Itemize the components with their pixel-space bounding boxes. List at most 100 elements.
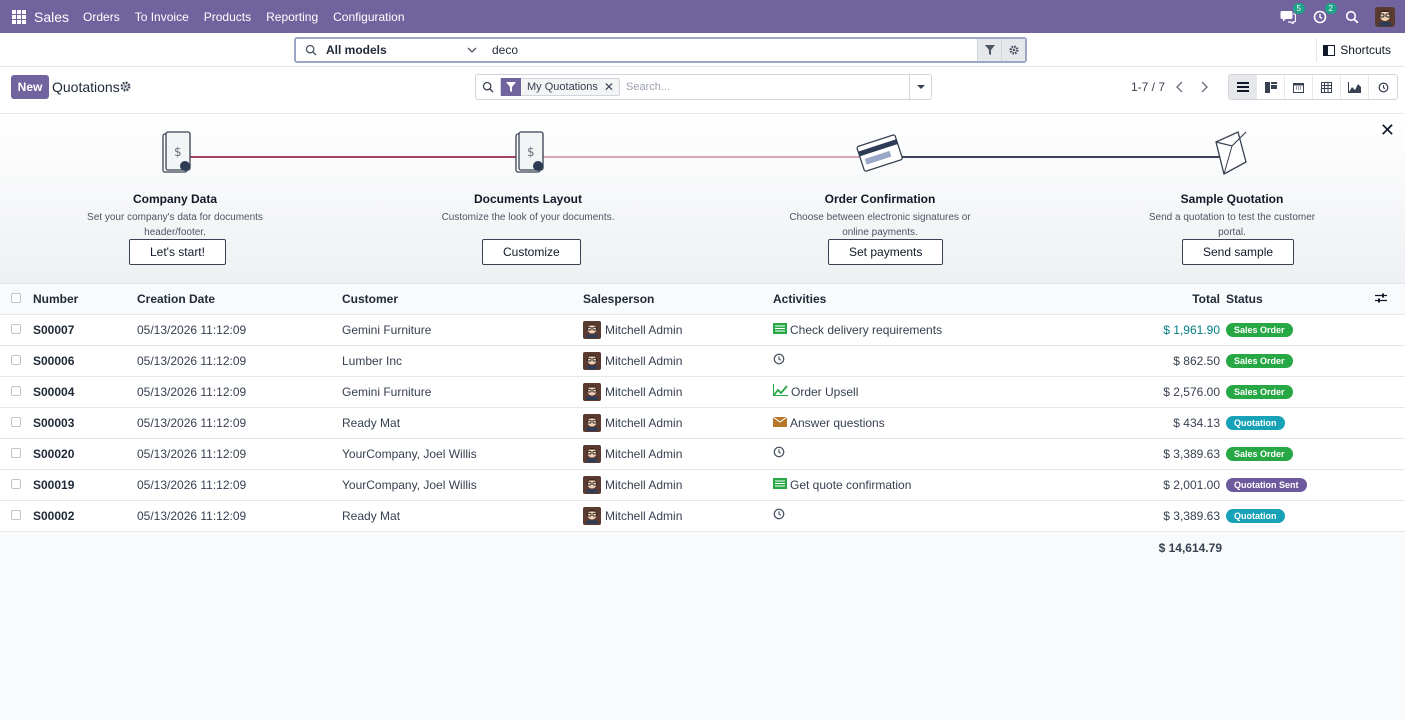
table-row[interactable]: S00002 05/13/2026 11:12:09 Ready Mat Mitche…: [0, 500, 1405, 532]
select-all-checkbox[interactable]: [11, 292, 21, 303]
pager-previous-button[interactable]: [1169, 75, 1191, 99]
todo-icon[interactable]: [773, 477, 787, 492]
new-button[interactable]: New: [11, 75, 49, 99]
email-icon[interactable]: [772, 416, 788, 430]
clock-icon[interactable]: [773, 446, 785, 461]
table-row[interactable]: S00019 05/13/2026 11:12:09 YourCompany, Jo…: [0, 469, 1405, 501]
order-number[interactable]: S00020: [33, 438, 137, 470]
menu-orders[interactable]: Orders: [83, 10, 120, 24]
search-facet: My Quotations ✕: [500, 78, 620, 96]
row-checkbox[interactable]: [11, 509, 21, 520]
clock-icon[interactable]: [773, 508, 785, 523]
row-checkbox[interactable]: [11, 416, 21, 427]
chart-icon[interactable]: [773, 384, 788, 399]
column-customer[interactable]: Customer: [342, 284, 583, 315]
activities-icon[interactable]: 2: [1311, 2, 1337, 26]
activity-summary[interactable]: Get quote confirmation: [790, 478, 911, 492]
salesperson-avatar[interactable]: [583, 382, 601, 401]
column-number[interactable]: Number: [33, 284, 137, 315]
calendar-view-button[interactable]: [1285, 75, 1313, 99]
column-activities[interactable]: Activities: [773, 284, 1043, 315]
salesperson-avatar[interactable]: [583, 320, 601, 339]
gear-icon[interactable]: [1001, 39, 1025, 61]
close-icon[interactable]: ✕: [1380, 120, 1395, 141]
order-number[interactable]: S00006: [33, 345, 137, 377]
salesperson-name: Mitchell Admin: [605, 384, 683, 399]
table-row[interactable]: S00020 05/13/2026 11:12:09 YourCompany, Jo…: [0, 438, 1405, 470]
pivot-view-button[interactable]: [1313, 75, 1341, 99]
salesperson-avatar[interactable]: [583, 413, 601, 432]
salesperson-avatar[interactable]: [583, 351, 601, 370]
pager-value[interactable]: 1-7 / 7: [1131, 80, 1165, 94]
order-number[interactable]: S00007: [33, 314, 137, 346]
column-total[interactable]: Total: [1043, 284, 1226, 315]
activity-view-button[interactable]: [1369, 75, 1397, 99]
search-input[interactable]: Search...: [626, 81, 909, 93]
table-row[interactable]: S00006 05/13/2026 11:12:09 Lumber Inc Mitch…: [0, 345, 1405, 377]
table-row[interactable]: S00007 05/13/2026 11:12:09 Gemini Furnitur…: [0, 314, 1405, 346]
order-number[interactable]: S00002: [33, 500, 137, 532]
activities-badge: 2: [1324, 2, 1337, 14]
column-creation-date[interactable]: Creation Date: [137, 284, 342, 315]
shortcuts-button[interactable]: Shortcuts: [1316, 38, 1397, 62]
search-icon[interactable]: [1343, 8, 1361, 26]
activity-summary[interactable]: Answer questions: [790, 416, 885, 430]
activity-summary[interactable]: Check delivery requirements: [790, 323, 942, 337]
customize-button[interactable]: Customize: [482, 239, 581, 265]
menu-configuration[interactable]: Configuration: [333, 10, 404, 24]
table-row[interactable]: S00003 05/13/2026 11:12:09 Ready Mat Mitche…: [0, 407, 1405, 439]
search-options-toggle[interactable]: [909, 75, 931, 99]
row-checkbox[interactable]: [11, 385, 21, 396]
row-checkbox[interactable]: [11, 354, 21, 365]
salesperson-avatar[interactable]: [583, 475, 601, 494]
send-sample-button[interactable]: Send sample: [1182, 239, 1295, 265]
clock-icon[interactable]: [773, 353, 785, 368]
top-navbar: Sales Orders To Invoice Products Reporti…: [0, 0, 1405, 33]
todo-icon[interactable]: [773, 322, 787, 337]
salesperson-avatar[interactable]: [583, 444, 601, 463]
order-number[interactable]: S00019: [33, 469, 137, 501]
salesperson-avatar[interactable]: [583, 506, 601, 525]
status-badge: Sales Order: [1226, 354, 1293, 368]
lets-start-button[interactable]: Let's start!: [129, 239, 226, 265]
remove-facet-icon[interactable]: ✕: [604, 80, 619, 94]
filter-icon[interactable]: [977, 39, 1001, 61]
command-search-input[interactable]: deco: [486, 43, 977, 57]
messages-icon[interactable]: 5: [1279, 2, 1305, 26]
creation-date: 05/13/2026 11:12:09: [137, 500, 342, 532]
optional-columns-icon[interactable]: [1375, 293, 1387, 303]
onboarding-step-order-confirmation: Order Confirmation Choose between electr…: [760, 114, 1000, 265]
order-number[interactable]: S00003: [33, 407, 137, 439]
row-checkbox[interactable]: [11, 323, 21, 334]
menu-to-invoice[interactable]: To Invoice: [135, 10, 189, 24]
model-select[interactable]: All models: [326, 39, 486, 61]
order-total: $ 1,961.90: [1043, 314, 1226, 346]
list-view-button[interactable]: [1229, 75, 1257, 99]
menu-reporting[interactable]: Reporting: [266, 10, 318, 24]
row-checkbox[interactable]: [11, 478, 21, 489]
table-header-row: Number Creation Date Customer Salesperso…: [0, 284, 1405, 315]
table-icon: [1321, 81, 1332, 93]
search-icon[interactable]: [476, 81, 500, 93]
step-title: Documents Layout: [473, 192, 582, 206]
graph-view-button[interactable]: [1341, 75, 1369, 99]
menu-products[interactable]: Products: [204, 10, 251, 24]
gear-icon[interactable]: [120, 81, 131, 92]
app-brand[interactable]: Sales: [34, 9, 69, 25]
user-avatar[interactable]: [1375, 6, 1395, 27]
activity-summary[interactable]: Order Upsell: [791, 385, 858, 399]
apps-grid-icon[interactable]: [12, 9, 26, 24]
row-checkbox[interactable]: [11, 447, 21, 458]
column-salesperson[interactable]: Salesperson: [583, 284, 773, 315]
kanban-view-button[interactable]: [1257, 75, 1285, 99]
chevron-down-icon: [467, 47, 477, 53]
caret-down-icon: [916, 85, 925, 89]
model-select-label: All models: [326, 43, 387, 57]
set-payments-button[interactable]: Set payments: [828, 239, 944, 265]
chevron-left-icon: [1176, 81, 1183, 93]
column-status[interactable]: Status: [1226, 284, 1375, 315]
pager-next-button[interactable]: [1193, 75, 1215, 99]
document-illustration-icon: $: [408, 128, 648, 184]
order-number[interactable]: S00004: [33, 376, 137, 408]
table-row[interactable]: S00004 05/13/2026 11:12:09 Gemini Furnitur…: [0, 376, 1405, 408]
